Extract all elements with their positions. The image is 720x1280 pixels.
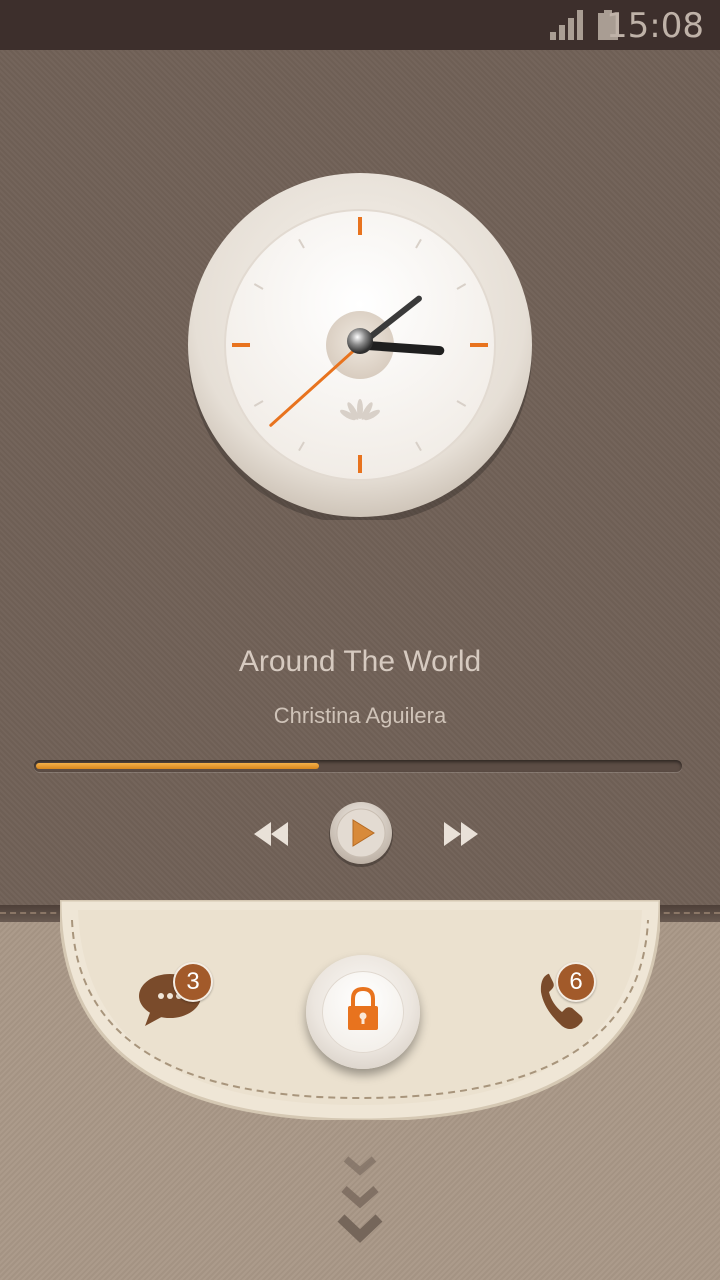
unlock-button[interactable] xyxy=(306,955,420,1069)
signal-icon xyxy=(550,10,583,40)
missed-calls-badge: 6 xyxy=(556,962,596,1002)
fast-forward-icon[interactable] xyxy=(442,820,480,848)
chevron-down-icon xyxy=(341,1185,379,1209)
music-progress-bar[interactable] xyxy=(34,760,682,772)
lock-icon xyxy=(348,987,378,1030)
play-button[interactable] xyxy=(328,801,394,867)
analog-clock xyxy=(188,173,532,520)
messages-badge: 3 xyxy=(173,962,213,1002)
status-time: 15:08 xyxy=(606,6,704,46)
unlock-button-face xyxy=(322,971,404,1053)
chevron-down-icon xyxy=(343,1156,377,1176)
song-artist: Christina Aguilera xyxy=(273,703,447,728)
clock-center-cap xyxy=(347,328,373,354)
rewind-icon[interactable] xyxy=(252,820,290,848)
status-bar: 15:08 xyxy=(0,0,720,50)
song-title: Around The World xyxy=(238,645,482,678)
chevron-down-icon xyxy=(337,1214,383,1243)
music-progress-fill xyxy=(36,763,320,769)
